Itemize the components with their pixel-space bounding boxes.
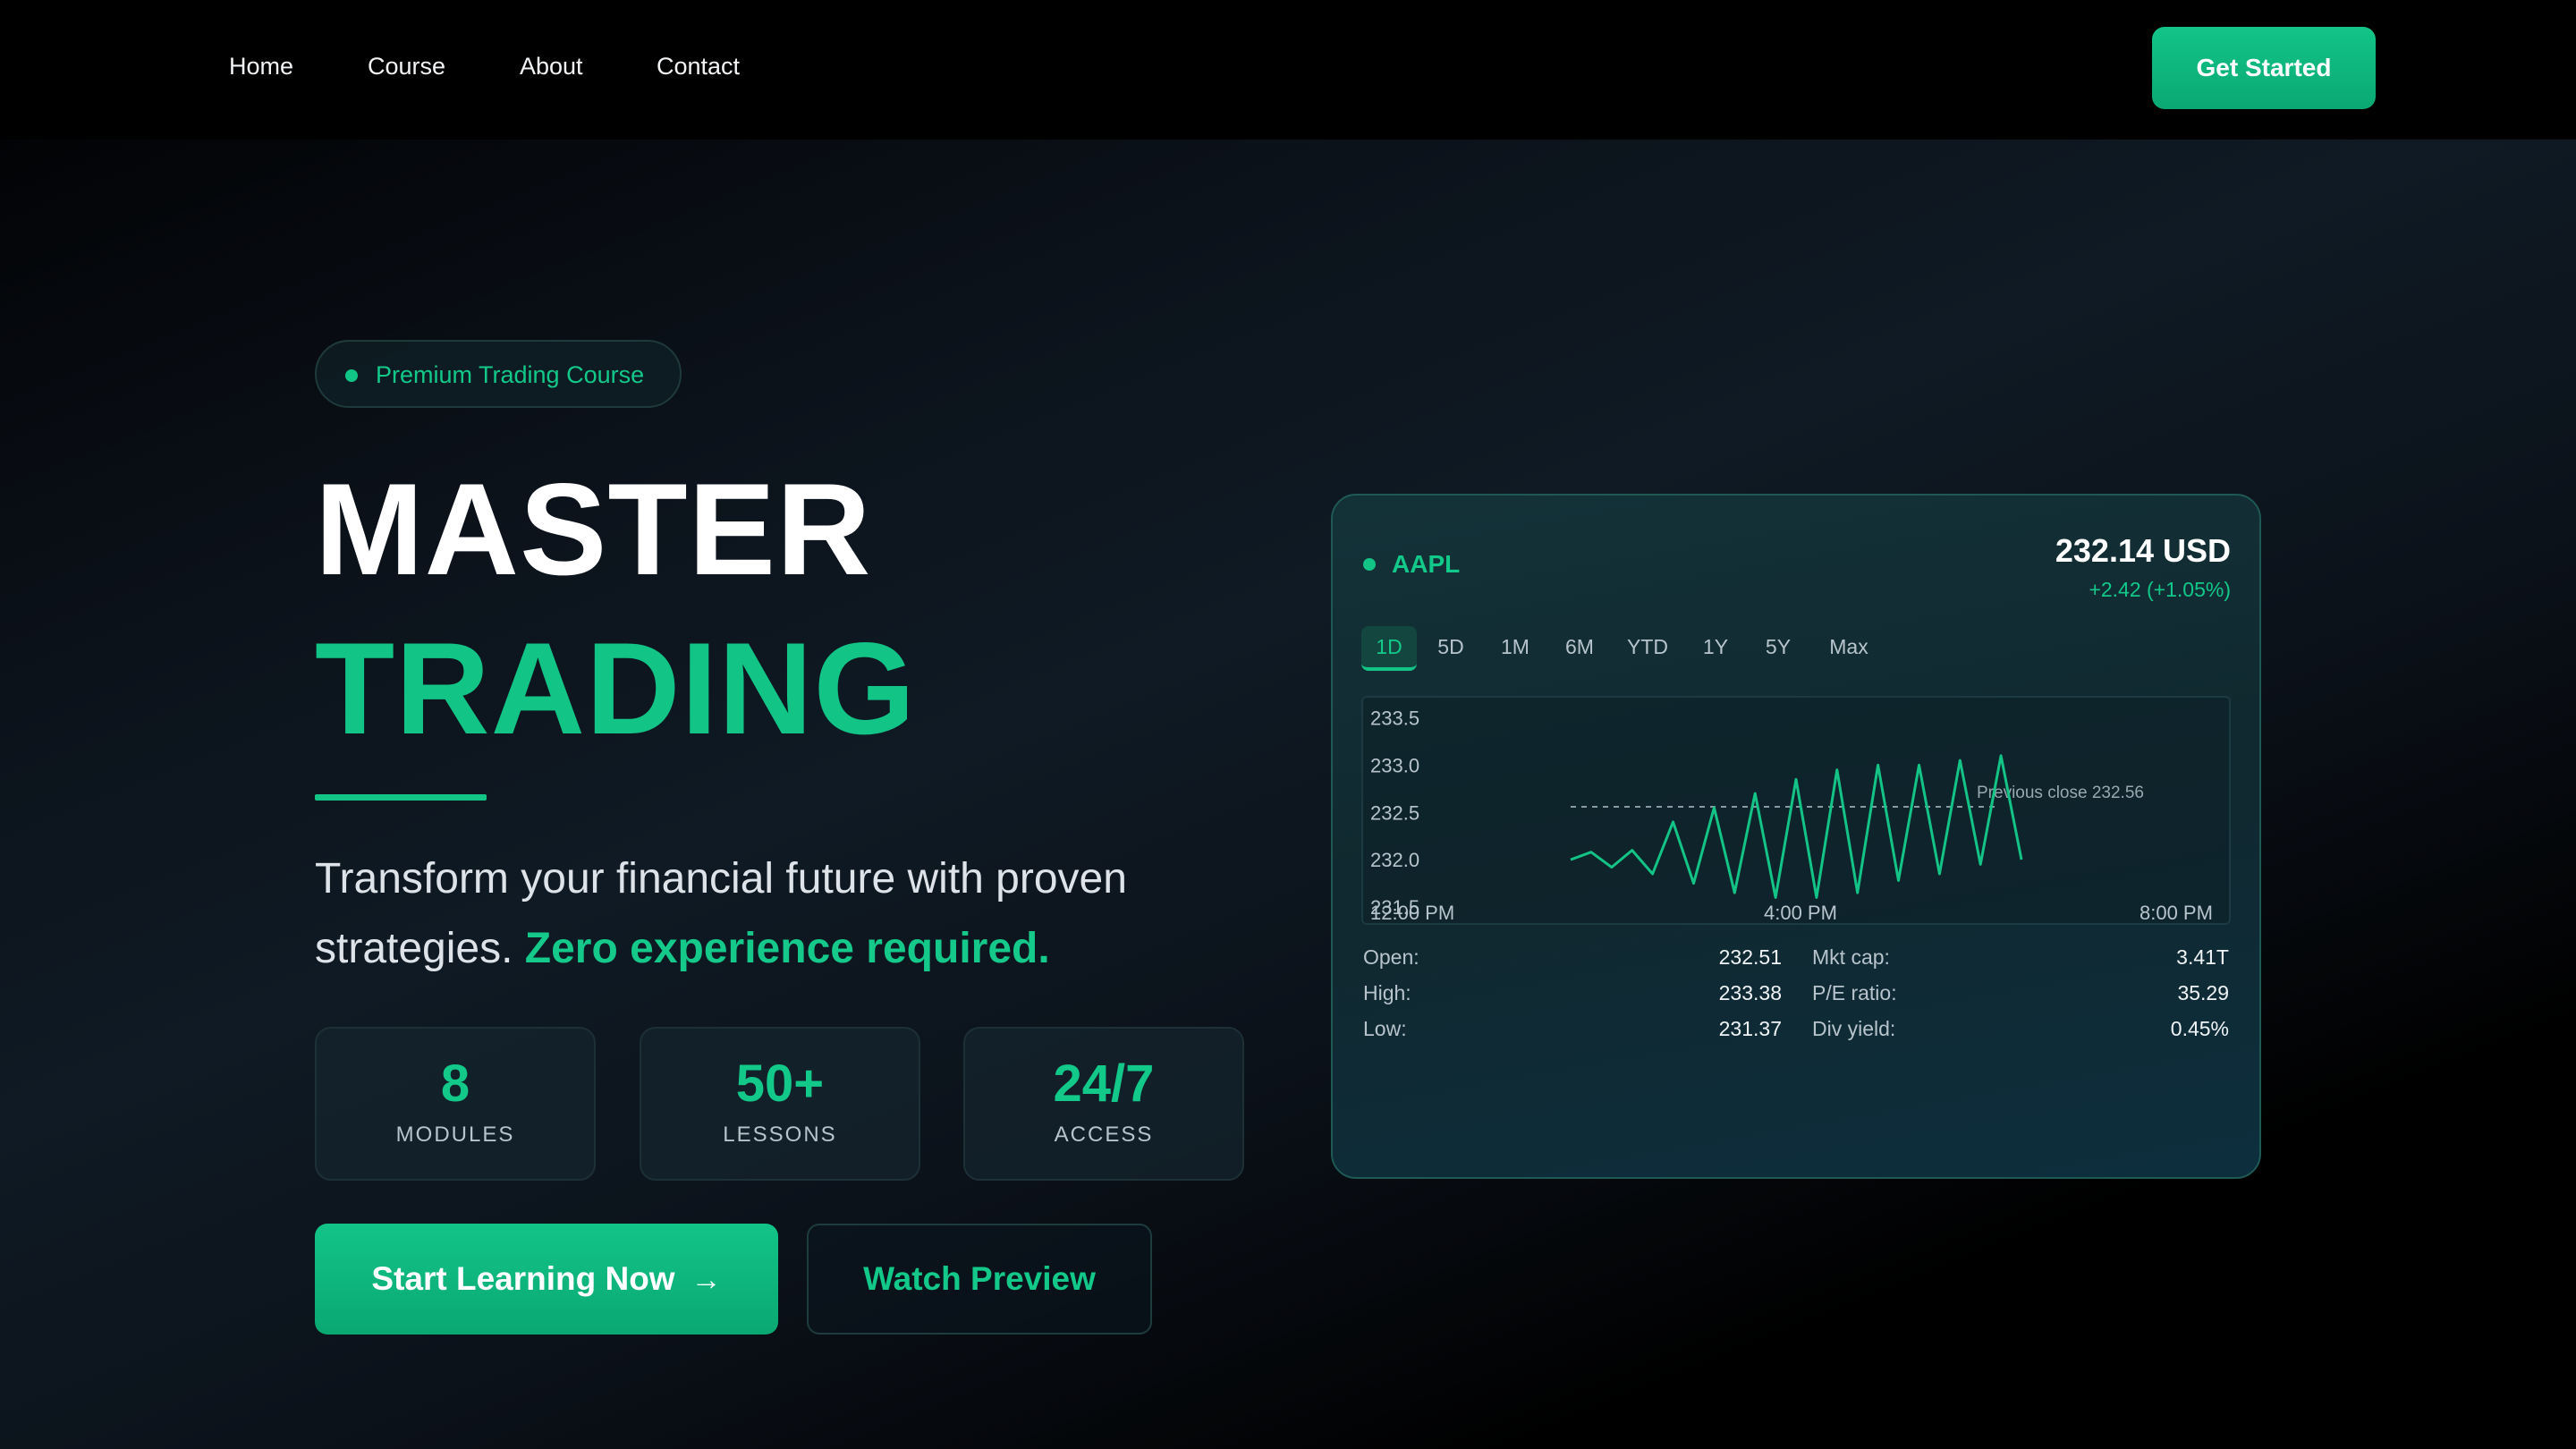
stat-label: MODULES [395, 1123, 515, 1147]
x-tick-label: 12:00 PM [1370, 902, 1454, 924]
ticker-symbol: AAPL [1392, 550, 1461, 578]
tab-max[interactable]: Max [1818, 626, 1880, 671]
stock-change: +2.42 (+1.05%) [2089, 578, 2231, 601]
tab-5d[interactable]: 5D [1428, 626, 1474, 671]
range-tabs: 1D 5D 1M 6M YTD 1Y 5Y Max [1361, 626, 1898, 671]
detail-label-open: Open: [1363, 945, 1419, 969]
y-tick-label: 232.5 [1370, 801, 1419, 824]
arrow-right-icon: → [691, 1263, 722, 1297]
get-started-button[interactable]: Get Started [2152, 27, 2376, 109]
y-tick-label: 233.5 [1370, 708, 1419, 730]
detail-value-open: 232.51 [1718, 945, 1782, 969]
hero-subtitle: Transform your financial future with pro… [315, 844, 1299, 984]
hero-title-line2: TRADING [315, 615, 917, 761]
start-learning-label: Start Learning Now [371, 1260, 675, 1297]
course-badge: Premium Trading Course [315, 340, 682, 408]
stat-card-lessons: 50+ LESSONS [640, 1027, 920, 1181]
x-tick-label: 4:00 PM [1764, 902, 1837, 924]
x-tick-label: 8:00 PM [2140, 902, 2213, 924]
tab-1m[interactable]: 1M [1492, 626, 1538, 671]
stat-card-access: 24/7 ACCESS [963, 1027, 1244, 1181]
nav-link-about[interactable]: About [520, 50, 583, 82]
page: Home Course About Contact Get Started Pr… [0, 0, 2576, 1449]
top-nav: Home Course About Contact Get Started [0, 0, 2576, 140]
detail-label-low: Low: [1363, 1017, 1407, 1040]
badge-label: Premium Trading Course [376, 361, 645, 388]
price-chart: 233.5 233.0 232.5 232.0 231.5 12:00 PM 4:00 PM… [1361, 696, 2231, 925]
tab-1d[interactable]: 1D [1361, 626, 1417, 671]
y-tick-label: 232.0 [1370, 849, 1419, 871]
stock-price: 232.14 USD [2055, 532, 2231, 569]
status-dot-icon [345, 369, 358, 382]
stat-label: ACCESS [1054, 1123, 1154, 1147]
y-tick-label: 233.0 [1370, 754, 1419, 776]
watch-preview-button[interactable]: Watch Preview [807, 1224, 1152, 1335]
stat-value: 8 [440, 1055, 470, 1113]
stat-card-modules: 8 MODULES [315, 1027, 596, 1181]
nav-link-course[interactable]: Course [368, 50, 445, 82]
price-series-line [1570, 754, 2023, 899]
tab-ytd[interactable]: YTD [1619, 626, 1676, 671]
tab-5y[interactable]: 5Y [1755, 626, 1801, 671]
detail-label-high: High: [1363, 981, 1411, 1004]
tab-1y[interactable]: 1Y [1692, 626, 1739, 671]
detail-value-pe: 35.29 [2177, 981, 2229, 1004]
detail-value-mktcap: 3.41T [2176, 945, 2229, 969]
stat-value: 24/7 [1053, 1055, 1155, 1113]
price-chart-svg: 233.5233.0232.5232.0231.512:00 PM 4:00 PM… [1370, 708, 2213, 924]
nav-link-contact[interactable]: Contact [657, 50, 740, 82]
previous-close-label: Previous close 232.56 [1977, 784, 2144, 802]
detail-label-pe: P/E ratio: [1812, 981, 1897, 1004]
stat-label: LESSONS [723, 1123, 837, 1147]
hero-title-line1: MASTER [315, 456, 872, 602]
detail-value-low: 231.37 [1718, 1017, 1782, 1040]
stock-card: AAPL 232.14 USD +2.42 (+1.05%) 1D 5D 1M … [1331, 494, 2261, 1179]
title-underline [315, 794, 487, 801]
tab-6m[interactable]: 6M [1556, 626, 1603, 671]
nav-link-home[interactable]: Home [229, 50, 293, 82]
status-dot-icon [1363, 558, 1376, 571]
subtitle-accent: Zero experience required. [524, 925, 1050, 972]
start-learning-button[interactable]: Start Learning Now → [315, 1224, 778, 1335]
detail-label-mktcap: Mkt cap: [1812, 945, 1890, 969]
detail-value-divyield: 0.45% [2170, 1017, 2229, 1040]
detail-label-divyield: Div yield: [1812, 1017, 1896, 1040]
stat-value: 50+ [735, 1055, 825, 1113]
detail-value-high: 233.38 [1718, 981, 1782, 1004]
